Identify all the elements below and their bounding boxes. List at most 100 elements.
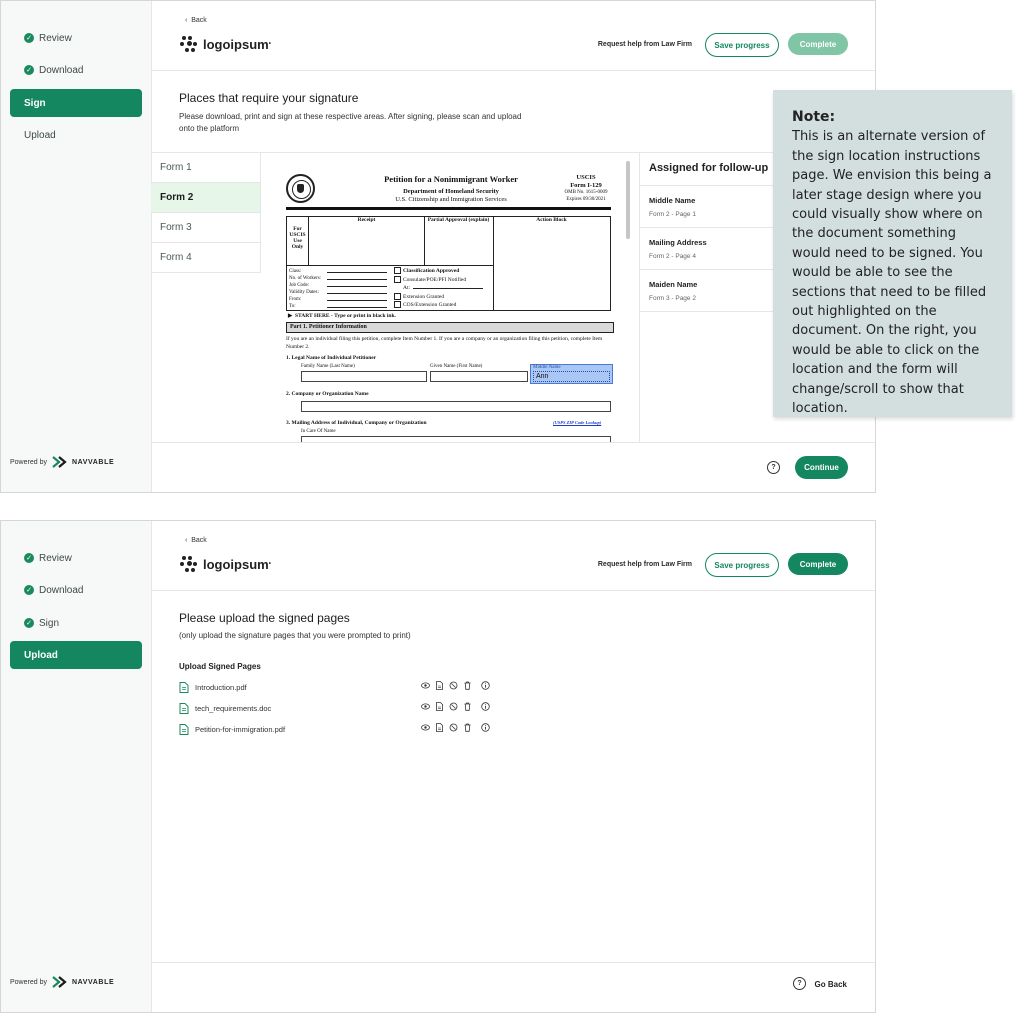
uscis-use-box: For USCIS Use Only Receipt Partial Appro…: [286, 216, 611, 311]
check-icon: ✓: [24, 33, 34, 43]
dhs-seal-icon: [286, 174, 315, 203]
step-upload[interactable]: Upload: [10, 641, 142, 669]
design-note: Note: This is an alternate version of th…: [773, 90, 1012, 417]
step-label: Download: [39, 64, 84, 76]
company-name-field[interactable]: [301, 401, 611, 412]
usps-lookup-link[interactable]: (USPS ZIP Code Lookup): [553, 420, 601, 425]
file-actions: [421, 723, 495, 732]
page-title: Places that require your signature: [179, 91, 359, 105]
back-link[interactable]: ‹ Back: [185, 17, 207, 24]
document-scrollbar[interactable]: [626, 161, 630, 239]
replace-icon[interactable]: [449, 681, 458, 690]
document-icon[interactable]: [435, 702, 444, 711]
eye-icon[interactable]: [421, 702, 430, 711]
file-row[interactable]: tech_requirements.doc: [179, 701, 499, 715]
document-dept: Department of Homeland Security: [403, 188, 499, 195]
family-name-field[interactable]: [301, 371, 427, 382]
step-review[interactable]: ✓ Review: [10, 544, 142, 572]
step-upload[interactable]: Upload: [10, 121, 142, 149]
form-tab-2[interactable]: Form 2: [151, 183, 261, 213]
file-name: tech_requirements.doc: [195, 703, 272, 713]
form-tab-1[interactable]: Form 1: [151, 153, 261, 183]
step-label: Review: [39, 32, 72, 44]
brand-name: NAVVABLE: [71, 458, 115, 466]
request-help-link[interactable]: Request help from Law Firm: [598, 41, 692, 48]
upload-screen: ✓ Review ✓ Download ✓ Sign Upload Powere…: [0, 520, 876, 1013]
company-logo: logoipsum •: [180, 556, 271, 572]
for-uscis-label: For USCIS Use Only: [287, 217, 309, 265]
footer-divider: [151, 962, 875, 963]
item2-label: 2. Company or Organization Name: [286, 391, 369, 397]
info-icon[interactable]: [481, 702, 490, 711]
check-icon: ✓: [24, 585, 34, 595]
step-label: Review: [39, 552, 72, 564]
eye-icon[interactable]: [421, 681, 430, 690]
header-divider: [151, 590, 875, 591]
eye-icon[interactable]: [421, 723, 430, 732]
family-name-label: Family Name (Last Name): [301, 364, 355, 369]
main-panel: ‹ Back logoipsum • Request help from Law …: [151, 1, 875, 492]
main-panel: ‹ Back logoipsum • Request help from Law …: [151, 521, 875, 1012]
replace-icon[interactable]: [449, 723, 458, 732]
step-label: Upload: [24, 129, 56, 141]
upload-heading: Upload Signed Pages: [179, 662, 261, 671]
help-icon[interactable]: ?: [767, 461, 780, 474]
info-icon[interactable]: [481, 681, 490, 690]
brand-name: NAVVABLE: [71, 978, 115, 986]
replace-icon[interactable]: [449, 702, 458, 711]
given-name-field[interactable]: [430, 371, 528, 382]
step-download[interactable]: ✓ Download: [10, 576, 142, 604]
note-title: Note:: [792, 109, 836, 125]
approval-checkboxes: Classification Approved Consulate/POE/PF…: [394, 267, 484, 310]
document-omb: OMB No. 1615-0009: [564, 190, 608, 195]
document-agency-name: U.S. Citizenship and Immigration Service…: [395, 196, 507, 203]
save-progress-button[interactable]: Save progress: [705, 553, 779, 577]
document-uscis: USCIS: [576, 174, 596, 181]
step-sign[interactable]: ✓ Sign: [10, 609, 142, 637]
navvable-logo-icon: [52, 456, 68, 468]
trash-icon[interactable]: [463, 681, 472, 690]
document-heading: Petition for a Nonimmigrant Worker: [384, 174, 518, 184]
part1-header: Part 1. Petitioner Information: [286, 322, 614, 333]
trash-icon[interactable]: [463, 702, 472, 711]
go-back-button[interactable]: Go Back: [815, 980, 847, 989]
file-actions: [421, 681, 495, 690]
item3-label: 3. Mailing Address of Individual, Compan…: [286, 420, 427, 426]
back-link[interactable]: ‹ Back: [185, 537, 207, 544]
middle-name-highlight[interactable]: Middle Name Ann: [530, 364, 613, 384]
complete-button[interactable]: Complete: [788, 553, 848, 575]
powered-by-label: Powered by: [10, 458, 47, 466]
step-download[interactable]: ✓ Download: [10, 56, 142, 84]
trash-icon[interactable]: [463, 723, 472, 732]
step-review[interactable]: ✓ Review: [10, 24, 142, 52]
middle-name-field[interactable]: Ann: [533, 371, 610, 382]
continue-button[interactable]: Continue: [795, 456, 848, 479]
check-icon: ✓: [24, 553, 34, 563]
request-help-link[interactable]: Request help from Law Firm: [598, 561, 692, 568]
sign-screen: ✓ Review ✓ Download Sign Upload Powered …: [0, 0, 876, 493]
file-row[interactable]: Introduction.pdf: [179, 680, 499, 694]
forms-list: Form 1 Form 2 Form 3 Form 4: [151, 153, 261, 273]
step-sign[interactable]: Sign: [10, 89, 142, 117]
logo-text: logoipsum: [203, 36, 269, 52]
page-description: Please download, print and sign at these…: [179, 112, 522, 133]
document-viewer[interactable]: Petition for a Nonimmigrant Worker Depar…: [261, 153, 639, 442]
form-tab-4[interactable]: Form 4: [151, 243, 261, 273]
save-progress-button[interactable]: Save progress: [705, 33, 779, 57]
help-icon[interactable]: ?: [793, 977, 806, 990]
logo-icon: [180, 556, 197, 572]
info-icon[interactable]: [481, 723, 490, 732]
file-name: Petition-for-immigration.pdf: [195, 724, 286, 734]
document-icon[interactable]: [435, 723, 444, 732]
item1-label: 1. Legal Name of Individual Petitioner: [286, 355, 377, 361]
powered-by: Powered by NAVVABLE: [10, 976, 114, 988]
care-of-label: In Care Of Name: [301, 429, 336, 434]
step-label: Sign: [39, 617, 60, 629]
complete-button[interactable]: Complete: [788, 33, 848, 55]
powered-by-label: Powered by: [10, 978, 47, 986]
file-row[interactable]: Petition-for-immigration.pdf: [179, 722, 499, 736]
step-label: Download: [39, 584, 84, 596]
form-tab-3[interactable]: Form 3: [151, 213, 261, 243]
receipt-label: Receipt: [309, 217, 425, 265]
document-icon[interactable]: [435, 681, 444, 690]
